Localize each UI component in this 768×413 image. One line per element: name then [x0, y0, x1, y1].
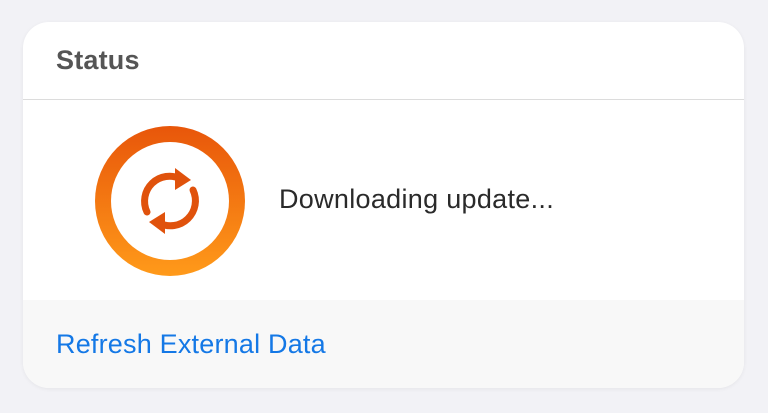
sync-arrows-icon — [95, 126, 245, 276]
status-message: Downloading update... — [279, 184, 554, 214]
card-title: Status — [56, 45, 140, 75]
status-body: Downloading update... — [23, 100, 744, 300]
card-footer: Refresh External Data — [23, 300, 744, 388]
status-card: Status Downloading update... Refresh Ext… — [23, 22, 744, 388]
refresh-external-data-link[interactable]: Refresh External Data — [56, 329, 326, 360]
card-header: Status — [23, 22, 744, 100]
